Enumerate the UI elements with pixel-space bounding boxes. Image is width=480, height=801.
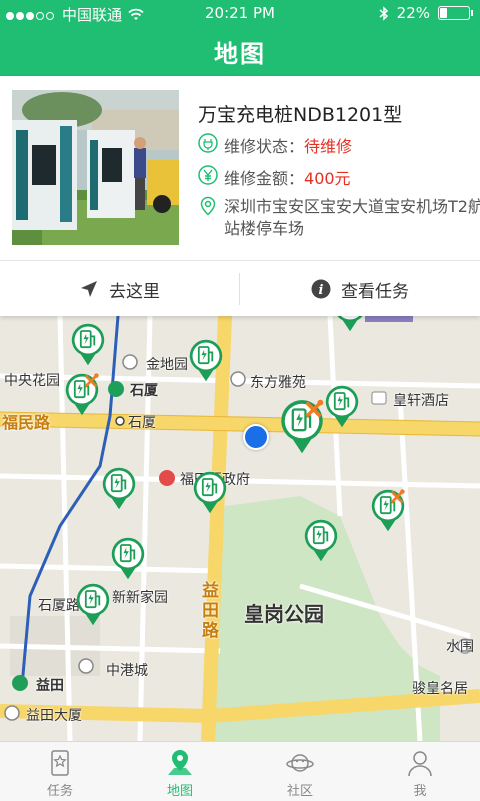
tab-task-label: 任务 [46,784,73,799]
map-label-zhonggang-city: 中港城 [106,663,148,679]
task-icon [51,750,69,776]
repair-status-label: 维修状态： [224,137,305,156]
map-label-xinxin-home: 新新家园 [112,590,168,606]
repair-amount-value: 400元 [304,169,351,188]
map-label-fumin-road: 福民路 [2,413,51,432]
page-title: 地图 [214,40,266,68]
map-label-shixia-metro: 石厦 [130,383,158,399]
view-task-label: 查看任务 [341,281,409,302]
charging-station-marker[interactable] [70,322,106,367]
current-location-dot [243,424,269,450]
map-label-dongfang-yayuan: 东方雅苑 [250,375,306,391]
map-label-shixia-road: 石厦 [128,415,156,431]
view-task-button[interactable]: i 查看任务 [240,261,480,317]
station-info-card: 万宝充电桩NDB1201型 维修状态： 待维修 维修金额： 400元 深圳市宝安… [0,76,480,316]
map-label-yitian-road: 益田路 [202,581,219,641]
tab-community-label: 社区 [286,784,313,799]
station-name: 万宝充电桩NDB1201型 [198,104,403,126]
battery-icon [438,6,473,20]
map-label-yitian-building: 益田大厦 [26,708,82,724]
map-label-yitian-metro: 益田 [36,678,64,694]
map-label-shixia-road2: 石厦路 [38,598,80,614]
status-bar: 中国联通 20:21 PM 22% [0,0,480,26]
charging-station-marker[interactable] [332,316,368,333]
planet-icon [286,754,314,772]
repair-amount-row: 维修金额： 400元 [198,165,351,189]
charging-station-marker[interactable] [64,372,100,417]
charging-station-marker[interactable] [188,338,224,383]
charging-station-marker[interactable] [324,384,360,429]
address-row: 深圳市宝安区宝安大道宝安机场T2航站楼停车场 [198,196,480,240]
map-pin-icon [168,750,192,775]
tab-me-label: 我 [413,784,427,799]
bluetooth-icon [379,5,388,21]
charging-station-marker[interactable] [370,488,406,533]
nav-bar: 地图 [0,26,480,76]
action-bar: 去这里 i 查看任务 [0,260,480,317]
location-pin-icon [200,196,216,216]
tab-me[interactable]: 我 [360,742,480,801]
charging-station-marker[interactable] [279,398,325,456]
info-icon: i [311,279,331,299]
svg-text:i: i [319,283,324,298]
navigation-arrow-icon [81,281,97,297]
map-label-shuiwei: 水围 [446,639,474,655]
battery-percent: 22% [396,4,430,22]
charging-station-marker[interactable] [303,518,339,563]
map-view[interactable]: 中央花园 石厦 金地园 东方雅苑 皇轩酒店 福民路 石厦 福田区政府 益田路 皇… [0,316,480,741]
repair-status-row: 维修状态： 待维修 [198,133,352,157]
map-label-zhongyang-garden: 中央花园 [4,373,60,389]
tab-map[interactable]: 地图 [120,742,240,801]
charging-station-marker[interactable] [110,536,146,581]
plug-icon [198,133,218,153]
tab-task[interactable]: 任务 [0,742,120,801]
yen-icon [198,165,218,185]
map-label-jindiyuan: 金地园 [146,357,188,373]
tab-community[interactable]: 社区 [240,742,360,801]
station-photo [12,90,179,245]
charging-station-marker[interactable] [101,466,137,511]
map-label-huanggang-park: 皇岗公园 [244,602,324,626]
charging-station-marker[interactable] [192,470,228,515]
tab-bar: 任务 地图 社区 我 [0,741,480,801]
map-label-huangxuan-hotel: 皇轩酒店 [393,393,449,409]
person-icon [408,751,432,777]
repair-amount-label: 维修金额： [224,169,305,188]
repair-status-value: 待维修 [304,137,353,156]
map-label-junhuang: 骏皇名居 [412,681,468,697]
station-address: 深圳市宝安区宝安大道宝安机场T2航站楼停车场 [224,197,480,238]
navigate-label: 去这里 [109,281,160,302]
tab-map-label: 地图 [166,784,193,799]
charging-station-marker[interactable] [75,582,111,627]
navigate-button[interactable]: 去这里 [0,261,239,317]
